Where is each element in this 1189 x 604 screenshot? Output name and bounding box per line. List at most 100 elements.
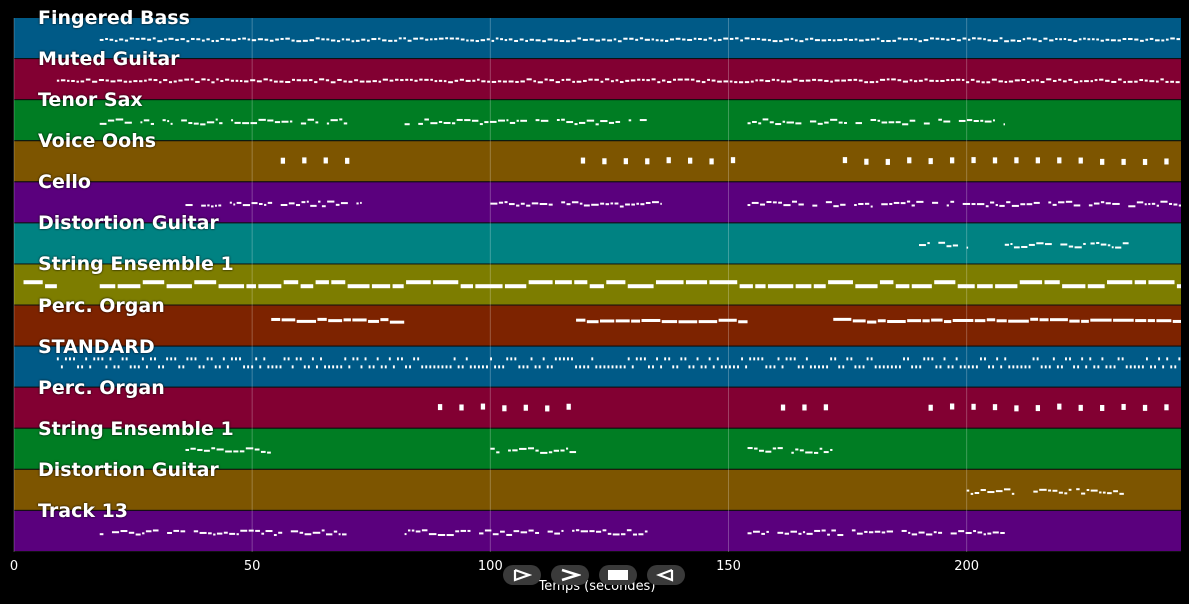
note [717,80,722,83]
note [878,365,881,369]
track-label: Distortion Guitar [38,212,219,235]
note [518,365,521,369]
note [784,532,790,535]
note [644,530,648,533]
note [99,533,104,536]
note [135,37,140,40]
note [812,78,817,81]
track-lane[interactable] [14,346,1181,387]
note [574,123,578,126]
note [211,205,214,208]
note [974,319,986,323]
note [544,78,548,81]
note [879,280,894,285]
note [1158,357,1161,361]
note [1003,488,1011,491]
note [549,79,554,82]
note [394,39,398,42]
note [396,357,399,361]
note [60,79,66,82]
track-lane[interactable] [14,305,1181,346]
note [1176,38,1181,41]
note [1090,242,1095,245]
note [1004,80,1008,83]
note [289,120,293,123]
note [129,37,135,40]
note [413,357,416,361]
note [497,80,502,83]
note [1107,244,1111,247]
note [565,40,570,43]
note [769,121,774,124]
note [995,490,1003,493]
note [470,39,474,42]
note [1068,78,1073,81]
note [913,80,918,83]
note [1093,365,1096,369]
note [361,38,366,41]
note [1036,79,1039,82]
note [154,357,156,361]
note [1081,492,1086,495]
track-lane[interactable] [14,100,1181,141]
note [825,201,832,204]
stop-button[interactable] [599,565,637,585]
note [1052,203,1057,206]
note [561,118,565,121]
note [378,80,382,83]
note [651,78,656,81]
note [644,38,650,41]
piano-roll[interactable] [0,0,1189,604]
note [744,81,750,84]
note [354,79,359,82]
note [226,365,229,369]
note [775,123,782,126]
note [661,320,678,324]
note [230,79,234,82]
note [124,39,129,42]
note [480,39,486,42]
note [344,357,347,361]
note [772,447,777,450]
note [520,202,525,205]
note [576,80,582,83]
note [421,365,424,369]
note [159,81,162,84]
track-lane[interactable] [14,141,1181,182]
note [1145,357,1148,361]
note [215,118,218,121]
note [938,531,943,534]
note [520,80,525,83]
note [1026,37,1031,40]
note [814,529,821,532]
note [717,38,722,41]
note [143,119,150,122]
note [77,365,80,369]
note [809,365,812,369]
note [602,529,607,532]
note [220,37,225,40]
note [553,449,560,452]
note [1056,365,1059,369]
note [850,357,853,361]
note [607,365,610,369]
note [469,365,472,369]
note [340,365,343,369]
note [1168,202,1173,205]
note [1122,38,1127,41]
rewind-button[interactable] [647,565,685,585]
note [1161,39,1165,42]
note [267,201,273,204]
note [466,39,469,42]
note [641,78,645,81]
play-button[interactable] [503,565,541,585]
note [60,365,63,369]
note [326,38,330,41]
note [540,119,549,122]
note [1156,204,1159,207]
note [949,403,955,410]
note [752,120,757,123]
note [340,202,348,205]
note [285,37,290,40]
fast-forward-button[interactable] [551,565,589,585]
